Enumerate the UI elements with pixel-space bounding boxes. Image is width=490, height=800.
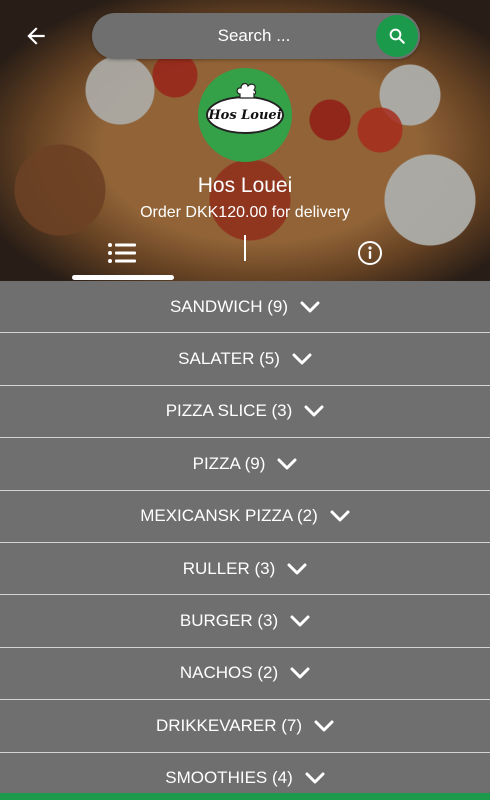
- category-row-mexicansk-pizza[interactable]: MEXICANSK PIZZA (2): [0, 490, 490, 543]
- search-bar: [92, 13, 420, 59]
- category-label: SANDWICH (9): [169, 296, 289, 316]
- search-icon: [389, 28, 405, 44]
- category-row-ruller[interactable]: RULLER (3): [0, 542, 490, 596]
- category-row-drikkevarer[interactable]: DRIKKEVARER (7): [0, 700, 490, 753]
- list-icon: [108, 243, 136, 263]
- category-label: SALATER (5): [178, 349, 280, 369]
- chevron-down-icon: [287, 563, 307, 575]
- logo-badge: Hos Louei: [206, 82, 284, 134]
- chevron-down-icon: [330, 510, 350, 522]
- category-label: SMOOTHIES (4): [165, 768, 293, 788]
- category-label: PIZZA (9): [192, 453, 266, 473]
- chevron-down-icon: [300, 301, 320, 313]
- category-row-nachos[interactable]: NACHOS (2): [0, 647, 490, 701]
- category-row-salater[interactable]: SALATER (5): [0, 333, 490, 386]
- tab-bar: [0, 230, 490, 281]
- restaurant-logo: Hos Louei: [198, 68, 292, 162]
- search-input[interactable]: [92, 13, 376, 59]
- bottom-accent-bar: [0, 793, 490, 800]
- chevron-down-icon: [277, 458, 297, 470]
- info-icon: [358, 241, 382, 265]
- delivery-minimum-note: Order DKK120.00 for delivery: [140, 204, 350, 221]
- category-label: RULLER (3): [182, 558, 276, 578]
- category-list: SANDWICH (9) SALATER (5) PIZZA SLICE (3)…: [0, 281, 490, 800]
- search-button[interactable]: [376, 15, 418, 57]
- category-label: BURGER (3): [179, 611, 279, 631]
- chevron-down-icon: [305, 772, 325, 784]
- chevron-down-icon: [304, 405, 324, 417]
- arrow-left-icon: [27, 27, 45, 45]
- category-label: NACHOS (2): [179, 663, 279, 683]
- chevron-down-icon: [290, 667, 310, 679]
- chevron-down-icon: [292, 353, 312, 365]
- category-label: MEXICANSK PIZZA (2): [140, 506, 318, 526]
- tab-info[interactable]: [340, 230, 400, 276]
- tab-divider: [244, 235, 246, 261]
- tab-menu[interactable]: [72, 230, 172, 276]
- category-row-pizza[interactable]: PIZZA (9): [0, 438, 490, 491]
- category-label: DRIKKEVARER (7): [155, 715, 303, 735]
- chef-hat-icon: [236, 82, 257, 99]
- restaurant-name: Hos Louei: [197, 174, 293, 197]
- category-label: PIZZA SLICE (3): [165, 401, 293, 421]
- category-row-pizza-slice[interactable]: PIZZA SLICE (3): [0, 385, 490, 439]
- chevron-down-icon: [290, 615, 310, 627]
- category-row-burger[interactable]: BURGER (3): [0, 595, 490, 648]
- logo-text: Hos Louei: [208, 107, 282, 123]
- chevron-down-icon: [314, 720, 334, 732]
- active-tab-indicator: [72, 275, 174, 280]
- back-button[interactable]: [20, 20, 52, 52]
- category-row-sandwich[interactable]: SANDWICH (9): [0, 281, 490, 334]
